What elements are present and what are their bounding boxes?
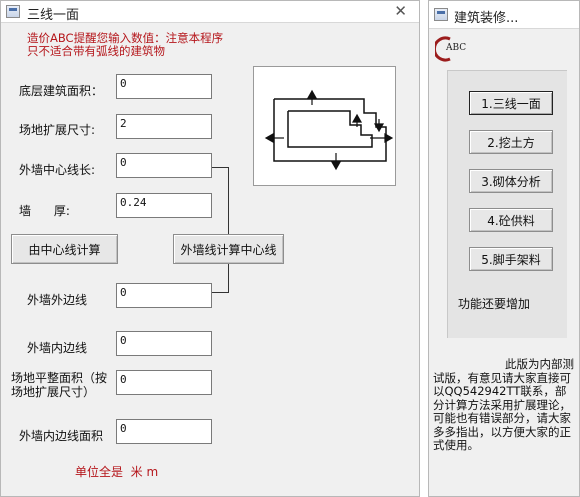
abc-logo-icon: ABC xyxy=(432,35,471,63)
label-inner-line-area: 外墙内边线面积 xyxy=(19,429,104,443)
calc-from-centerline-button[interactable]: 由中心线计算 xyxy=(11,234,118,264)
wall-thickness-input[interactable]: 0.24 xyxy=(116,193,212,218)
inner-line-area-input[interactable]: 0 xyxy=(116,419,212,444)
label-site-leveling-area: 场地平整面积（按场地扩展尺寸） xyxy=(11,371,108,399)
menu-item-three-lines-one-area[interactable]: 1.三线一面 xyxy=(469,91,553,115)
menu-item-scaffolding[interactable]: 5.脚手架料 xyxy=(469,247,553,271)
outer-wall-inner-line-input[interactable]: 0 xyxy=(116,331,212,356)
label-outer-wall-inner-line: 外墙内边线 xyxy=(27,341,88,355)
more-features-text: 功能还要增加 xyxy=(458,297,531,311)
ground-floor-area-input[interactable]: 0 xyxy=(116,74,212,99)
units-note: 单位全是 米 m xyxy=(75,465,159,479)
site-extension-input[interactable]: 2 xyxy=(116,114,212,139)
menu-window: 建筑装修... ABC 1.三线一面 2.挖土方 3.砌体分析 4.砼供料 5.… xyxy=(428,0,580,497)
building-outline-diagram-icon xyxy=(253,66,396,186)
logo-text: ABC xyxy=(446,43,467,53)
menu-panel: 1.三线一面 2.挖土方 3.砌体分析 4.砼供料 5.脚手架料 功能还要增加 xyxy=(447,70,567,338)
label-ground-floor-area: 底层建筑面积： xyxy=(19,84,104,98)
site-leveling-area-input[interactable]: 0 xyxy=(116,370,212,395)
outer-wall-centerline-input[interactable]: 0 xyxy=(116,153,212,178)
menu-item-concrete-supply[interactable]: 4.砼供料 xyxy=(469,208,553,232)
test-version-note: 此版为内部测试版，有意见请大家直接可以QQ542942TT联系，部分计算方法采用… xyxy=(433,357,574,452)
window-app-icon xyxy=(6,5,20,18)
label-wall-thickness: 墙 厚: xyxy=(19,204,70,218)
menu-item-excavation[interactable]: 2.挖土方 xyxy=(469,130,553,154)
menu-title-bar: 建筑装修... xyxy=(429,1,579,29)
menu-item-masonry-analysis[interactable]: 3.砌体分析 xyxy=(469,169,553,193)
window-title: 三线一面 xyxy=(27,8,80,23)
label-outer-wall-centerline: 外墙中心线长: xyxy=(19,163,96,177)
label-outer-wall-outer-line: 外墙外边线 xyxy=(27,293,88,307)
notice-text: 造价ABC提醒您输入数值：注意本程序只不适合带有弧线的建筑物 xyxy=(27,31,224,58)
menu-window-app-icon xyxy=(434,8,448,21)
outer-wall-outer-line-input[interactable]: 0 xyxy=(116,283,212,308)
connector-line-bottom xyxy=(212,292,229,293)
connector-line-top xyxy=(212,167,229,168)
main-window: 三线一面 ✕ 造价ABC提醒您输入数值：注意本程序只不适合带有弧线的建筑物 底层… xyxy=(0,0,420,497)
connector-line-vertical xyxy=(228,167,229,293)
label-site-extension: 场地扩展尺寸: xyxy=(19,123,96,137)
calc-centerline-from-outer-button[interactable]: 外墙线计算中心线 xyxy=(173,234,284,264)
title-bar: 三线一面 ✕ xyxy=(1,1,419,23)
menu-window-title: 建筑装修... xyxy=(454,11,519,26)
close-icon[interactable]: ✕ xyxy=(394,2,407,20)
